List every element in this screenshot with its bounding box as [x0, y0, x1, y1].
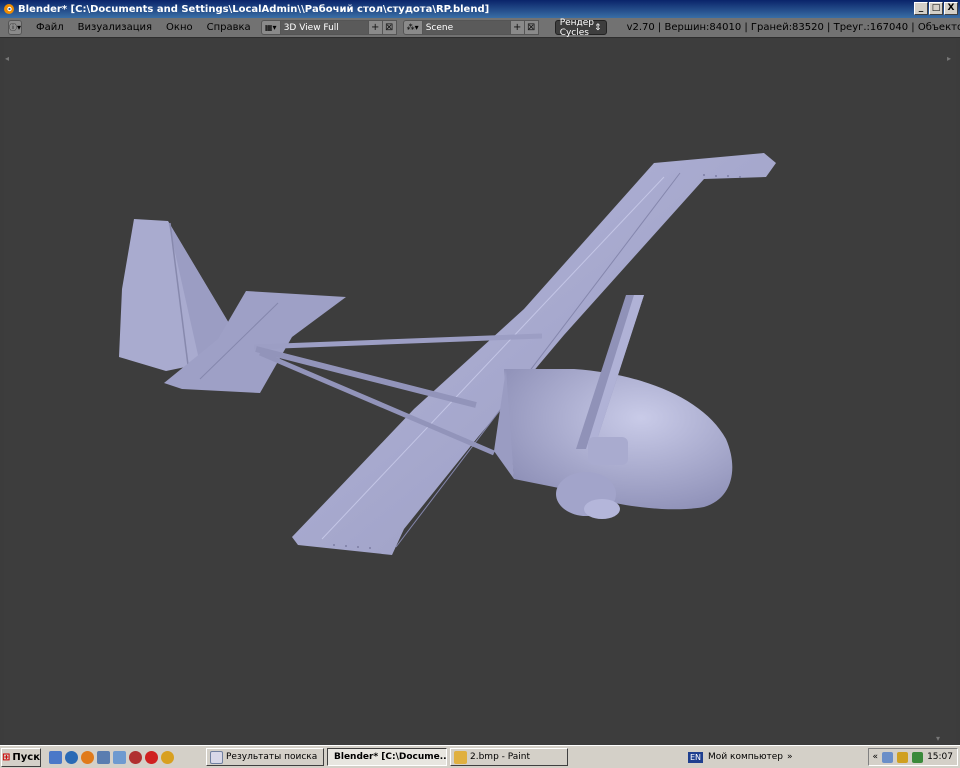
task-paint[interactable]: 2.bmp - Paint	[450, 748, 568, 766]
language-indicator[interactable]: EN	[688, 751, 704, 763]
menu-window[interactable]: Окно	[166, 22, 193, 33]
task-label: Blender* [C:\Docume...	[334, 752, 447, 762]
security-icon[interactable]	[897, 751, 909, 763]
browser-icon[interactable]	[65, 750, 78, 764]
scene-icon[interactable]: ⁂▾	[402, 20, 423, 35]
blender-logo-icon	[4, 4, 14, 14]
remove-scene-button[interactable]: ⊠	[524, 20, 539, 35]
chrome-icon[interactable]	[161, 750, 174, 764]
minimize-button[interactable]: _	[914, 2, 928, 15]
task-label: 2.bmp - Paint	[470, 752, 531, 762]
add-screen-button[interactable]: +	[368, 20, 383, 35]
start-label: Пуск	[12, 751, 40, 763]
task-label: Результаты поиска	[226, 752, 318, 762]
info-header: ⓘ ▾ Файл Визуализация Окно Справка ▦▾ 3D …	[0, 18, 960, 38]
motor	[588, 437, 628, 465]
start-button[interactable]: ⊞ Пуск	[1, 747, 41, 767]
system-tray: « 15:07	[867, 748, 958, 766]
updown-arrows-icon: ⇕	[594, 22, 602, 33]
task-search-results[interactable]: Результаты поиска	[206, 748, 324, 766]
menu-render[interactable]: Визуализация	[78, 22, 152, 33]
screen-layout-field[interactable]: 3D View Full	[280, 20, 369, 35]
network-icon[interactable]	[882, 751, 894, 763]
toolbar-chevron[interactable]: »	[787, 752, 793, 762]
maximize-button[interactable]: □	[929, 2, 943, 15]
window-title: Blender* [C:\Documents and Settings\Loca…	[18, 3, 490, 15]
notes-icon[interactable]	[97, 750, 110, 764]
opera-icon[interactable]	[145, 750, 158, 764]
monitor-icon[interactable]	[912, 751, 924, 763]
tray-expand-button[interactable]: «	[873, 752, 879, 762]
render-engine-dropdown[interactable]: Рендер Cycles ⇕	[554, 17, 607, 38]
screen-layout-selector[interactable]: ▦▾ 3D View Full + ⊠	[260, 20, 397, 35]
windows-taskbar: ⊞ Пуск Результаты поиска Blender* [C:\Do…	[0, 745, 960, 768]
clock[interactable]: 15:07	[927, 752, 953, 762]
menu-help[interactable]: Справка	[207, 22, 251, 33]
scene-field[interactable]: Scene	[422, 20, 511, 35]
firefox-icon[interactable]	[81, 750, 94, 764]
window-titlebar[interactable]: Blender* [C:\Documents and Settings\Loca…	[0, 0, 960, 18]
chevron-icon: ▾	[17, 23, 22, 32]
media-icon[interactable]	[129, 750, 142, 764]
remove-screen-button[interactable]: ⊠	[382, 20, 397, 35]
close-button[interactable]: X	[944, 2, 958, 15]
render-engine-label: Рендер Cycles	[559, 17, 595, 38]
tool-icon[interactable]	[113, 750, 126, 764]
search-window-icon	[210, 750, 223, 764]
menu-file[interactable]: Файл	[36, 22, 64, 33]
add-scene-button[interactable]: +	[510, 20, 525, 35]
airplane-model[interactable]	[4, 39, 956, 744]
scene-statistics: v2.70 | Вершин:84010 | Граней:83520 | Тр…	[626, 22, 960, 33]
windows-logo-icon: ⊞	[2, 751, 11, 763]
quick-launch	[49, 750, 174, 764]
paint-icon	[454, 750, 467, 764]
screen-layout-icon[interactable]: ▦▾	[260, 20, 281, 35]
3d-viewport[interactable]: ◂ ▸ ▾	[4, 39, 956, 744]
my-computer-toolbar[interactable]: Мой компьютер	[708, 752, 783, 762]
desktop-icon[interactable]	[49, 750, 62, 764]
scene-selector[interactable]: ⁂▾ Scene + ⊠	[402, 20, 539, 35]
info-editor-icon: ⓘ	[9, 23, 17, 32]
task-blender[interactable]: Blender* [C:\Docume...	[327, 748, 447, 766]
editor-type-selector[interactable]: ⓘ ▾	[8, 20, 23, 35]
